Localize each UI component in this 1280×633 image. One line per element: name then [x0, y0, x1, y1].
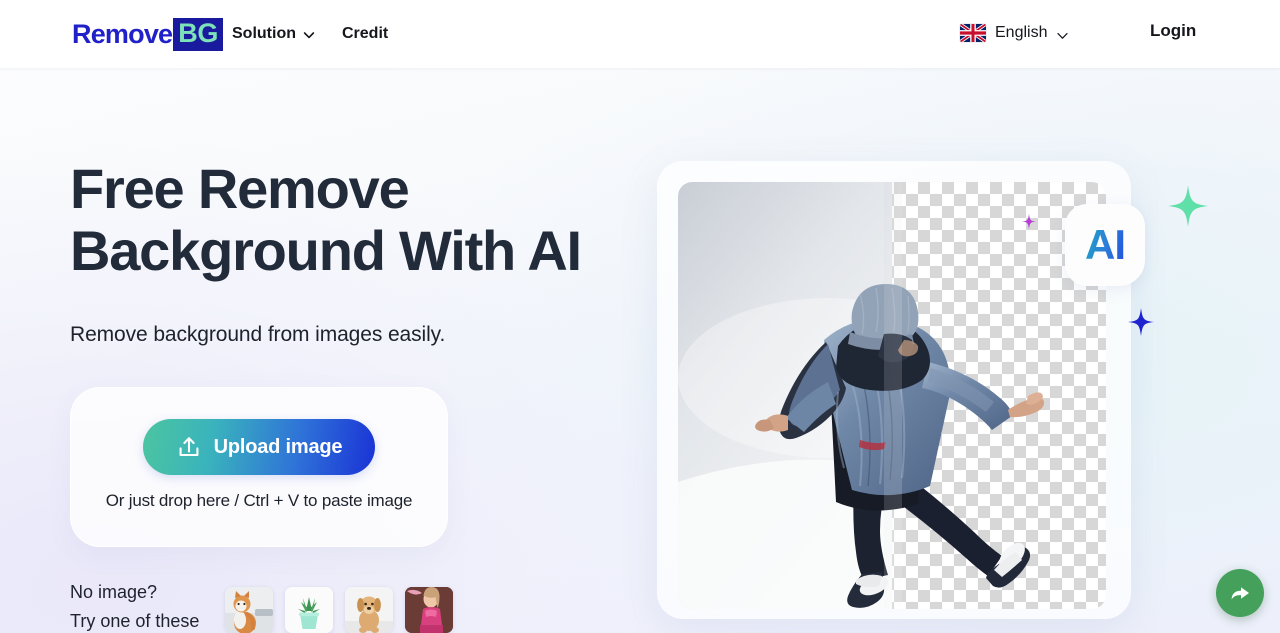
- language-selector[interactable]: English: [960, 20, 1069, 46]
- nav-item-credit[interactable]: Credit: [342, 22, 388, 46]
- share-button[interactable]: [1216, 569, 1264, 617]
- login-button[interactable]: Login: [1150, 21, 1196, 41]
- page-root: Remove BG Solution Credit English Login …: [0, 0, 1280, 633]
- sample-thumbnails: [225, 587, 453, 633]
- logo-text-remove: Remove: [72, 18, 173, 49]
- share-arrow-icon: [1228, 581, 1252, 605]
- ai-badge-label: AI: [1085, 221, 1126, 268]
- sparkle-blue-icon: [1128, 308, 1154, 336]
- sparkle-green-icon: [1168, 185, 1208, 227]
- nav-label-solution: Solution: [232, 25, 296, 42]
- upload-icon: [176, 434, 202, 460]
- samples-label-line2: Try one of these: [70, 611, 200, 631]
- logo-text-bg: BG: [173, 17, 223, 51]
- sparkle-magenta-icon: [1022, 214, 1036, 229]
- nav-label-credit: Credit: [342, 25, 389, 42]
- samples-label-line1: No image?: [70, 582, 158, 602]
- sample-plant[interactable]: [285, 587, 333, 633]
- chevron-down-icon: [303, 29, 315, 41]
- sample-girl[interactable]: [405, 587, 453, 633]
- upload-button-label: Upload image: [213, 435, 343, 458]
- chevron-down-icon: [1056, 29, 1069, 42]
- uk-flag-icon: [960, 24, 986, 42]
- nav-item-solution[interactable]: Solution: [232, 22, 315, 46]
- site-header: Remove BG Solution Credit English Login: [0, 0, 1280, 68]
- page-title: Free Remove Background With AI: [70, 157, 582, 282]
- upload-image-button[interactable]: Upload image: [143, 419, 375, 475]
- sample-cat[interactable]: [225, 587, 273, 633]
- logo[interactable]: Remove BG: [72, 17, 223, 51]
- ai-badge: AI: [1065, 204, 1145, 286]
- language-label: English: [995, 24, 1048, 41]
- sample-dog[interactable]: [345, 587, 393, 633]
- drop-hint-text: Or just drop here / Ctrl + V to paste im…: [105, 491, 413, 510]
- upload-dropzone[interactable]: Upload image Or just drop here / Ctrl + …: [70, 387, 448, 547]
- page-subtitle: Remove background from images easily.: [70, 323, 446, 346]
- hero-image: [678, 182, 1106, 609]
- samples-label: No image? Try one of these: [70, 578, 220, 633]
